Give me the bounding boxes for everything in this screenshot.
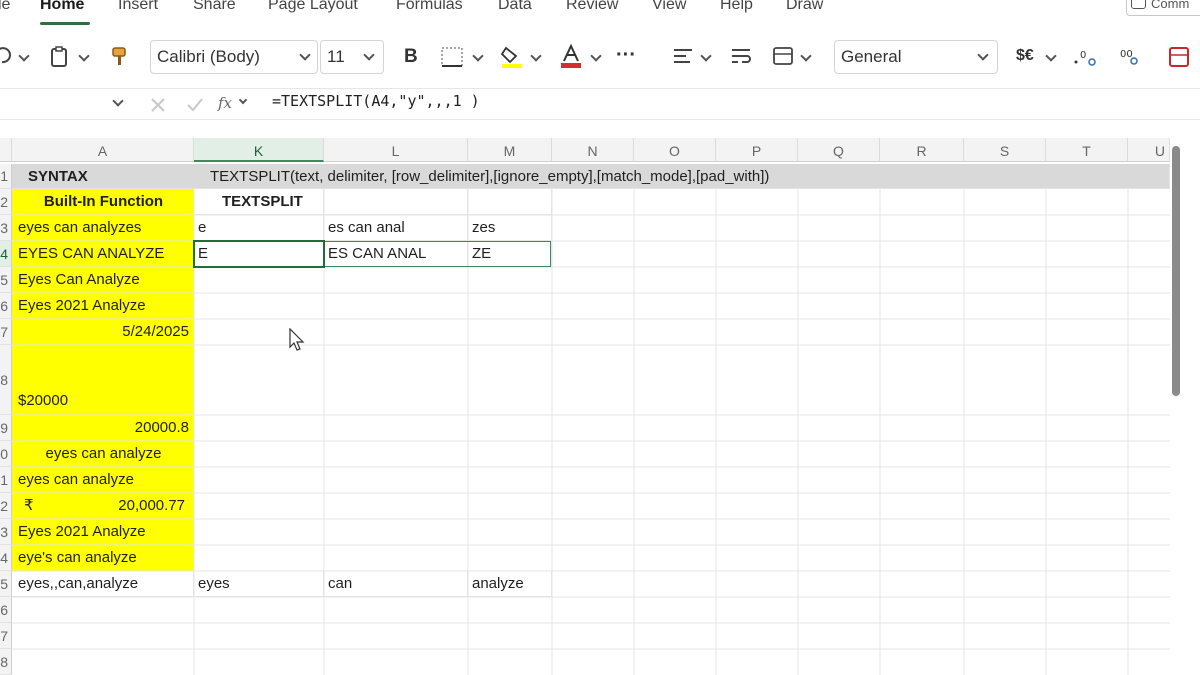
chevron-down-icon[interactable] <box>18 50 30 62</box>
row-header-12[interactable]: 2 <box>0 493 12 519</box>
tab-draw[interactable]: Draw <box>786 0 823 14</box>
decrease-decimal-icon[interactable]: 0 <box>1072 46 1100 68</box>
comment-icon <box>1131 0 1146 9</box>
column-header-l[interactable]: L <box>324 138 468 162</box>
font-size-dropdown[interactable]: 11 <box>320 40 384 74</box>
column-header-t[interactable]: T <box>1046 138 1128 162</box>
column-header-n[interactable]: N <box>552 138 634 162</box>
svg-text:00: 00 <box>1120 49 1133 60</box>
vertical-scrollbar[interactable] <box>1172 146 1180 396</box>
row-header-1[interactable]: 1 <box>0 164 12 189</box>
undo-icon[interactable] <box>0 46 12 66</box>
ribbon-tabs: le Home Insert Share Page Layout Formula… <box>0 0 1200 28</box>
tab-help[interactable]: Help <box>720 0 753 14</box>
column-header-m[interactable]: M <box>468 138 552 162</box>
column-header-a[interactable]: A <box>12 138 194 162</box>
row-header-14[interactable]: 4 <box>0 545 12 571</box>
row-header-18[interactable]: 8 <box>0 649 12 675</box>
tab-review[interactable]: Review <box>566 0 618 14</box>
column-header-o[interactable]: O <box>634 138 716 162</box>
font-color-icon[interactable] <box>560 44 582 68</box>
row-header-4[interactable]: 4 <box>0 241 12 267</box>
column-header-s[interactable]: S <box>964 138 1046 162</box>
cell-k1[interactable]: TEXTSPLIT(text, delimiter, [row_delimite… <box>194 164 894 189</box>
wrap-text-icon[interactable] <box>730 46 752 66</box>
font-size-value: 11 <box>327 47 345 66</box>
gridlines <box>12 189 1170 675</box>
active-cell-k4[interactable] <box>193 240 325 268</box>
svg-text:0: 0 <box>1080 50 1086 61</box>
chevron-down-icon <box>977 49 989 61</box>
column-header-k[interactable]: K <box>194 138 324 162</box>
row-header-7[interactable]: 7 <box>0 319 12 345</box>
row-header-6[interactable]: 6 <box>0 293 12 319</box>
row-header-8[interactable]: 8 <box>0 345 12 415</box>
chevron-down-icon[interactable] <box>1045 50 1057 62</box>
active-tab-indicator <box>40 22 90 25</box>
column-header-q[interactable]: Q <box>798 138 880 162</box>
font-name-value: Calibri (Body) <box>157 47 260 66</box>
row-header-3[interactable]: 3 <box>0 215 12 241</box>
cell-a1[interactable]: SYNTAX <box>12 164 194 189</box>
column-header-u[interactable]: U <box>1128 138 1170 162</box>
chevron-down-icon[interactable] <box>530 50 542 62</box>
home-toolbar: Calibri (Body) 11 B ··· General $€ 0 00 <box>0 32 1200 84</box>
formula-input[interactable]: =TEXTSPLIT(A4,"y",,,1 ) <box>272 92 480 110</box>
row-header-17[interactable]: 7 <box>0 623 12 649</box>
clipboard-icon[interactable] <box>50 46 68 68</box>
row-header-10[interactable]: 0 <box>0 441 12 467</box>
font-name-dropdown[interactable]: Calibri (Body) <box>150 40 318 74</box>
number-format-value: General <box>841 47 902 66</box>
tab-formulas[interactable]: Formulas <box>396 0 463 14</box>
merge-cells-icon[interactable] <box>772 46 794 66</box>
align-left-icon[interactable] <box>672 46 694 66</box>
comments-button[interactable]: Comm <box>1126 0 1200 16</box>
row-header-5[interactable]: 5 <box>0 267 12 293</box>
currency-format-button[interactable]: $€ <box>1016 47 1034 65</box>
comments-label: Comm <box>1151 0 1190 11</box>
column-header-p[interactable]: P <box>716 138 798 162</box>
format-painter-icon[interactable] <box>110 46 128 68</box>
chevron-down-icon[interactable] <box>800 50 812 62</box>
tab-view[interactable]: View <box>652 0 686 14</box>
chevron-down-icon <box>299 49 311 61</box>
chevron-down-icon[interactable] <box>700 50 712 62</box>
row-header-15[interactable]: 5 <box>0 571 12 597</box>
more-options-button[interactable]: ··· <box>616 44 636 67</box>
formula-bar: fx =TEXTSPLIT(A4,"y",,,1 ) <box>0 88 1200 120</box>
column-header-r[interactable]: R <box>880 138 964 162</box>
chevron-down-icon <box>363 49 375 61</box>
number-format-dropdown[interactable]: General <box>834 40 998 74</box>
tab-file[interactable]: le <box>0 0 10 14</box>
tab-share[interactable]: Share <box>193 0 236 14</box>
mouse-cursor-icon <box>289 328 305 351</box>
worksheet-grid: A K L M N O P Q R S T U 1 SYNTAX TEXTSPL… <box>0 138 1170 675</box>
row-header-11[interactable]: 1 <box>0 467 12 493</box>
tab-page-layout[interactable]: Page Layout <box>268 0 358 14</box>
chevron-down-icon[interactable] <box>590 50 602 62</box>
chevron-down-icon[interactable] <box>472 50 484 62</box>
name-box-chevron-icon[interactable] <box>112 95 124 107</box>
bold-button[interactable]: B <box>404 46 418 68</box>
tab-insert[interactable]: Insert <box>118 0 158 14</box>
chevron-down-icon[interactable] <box>78 50 90 62</box>
conditional-format-icon[interactable] <box>1168 46 1192 68</box>
row-header-16[interactable]: 6 <box>0 597 12 623</box>
row-header-9[interactable]: 9 <box>0 415 12 441</box>
insert-function-button[interactable]: fx <box>218 94 232 112</box>
row-header-13[interactable]: 3 <box>0 519 12 545</box>
chevron-down-icon[interactable] <box>238 95 248 105</box>
select-all-corner[interactable] <box>0 138 12 162</box>
cancel-icon[interactable] <box>150 97 166 113</box>
borders-icon[interactable] <box>440 46 464 68</box>
fill-color-icon[interactable] <box>500 44 524 68</box>
increase-decimal-icon[interactable]: 00 <box>1116 46 1144 68</box>
tab-home[interactable]: Home <box>40 0 84 14</box>
enter-check-icon[interactable] <box>186 97 204 113</box>
row-header-2[interactable]: 2 <box>0 189 12 215</box>
tab-data[interactable]: Data <box>498 0 532 14</box>
